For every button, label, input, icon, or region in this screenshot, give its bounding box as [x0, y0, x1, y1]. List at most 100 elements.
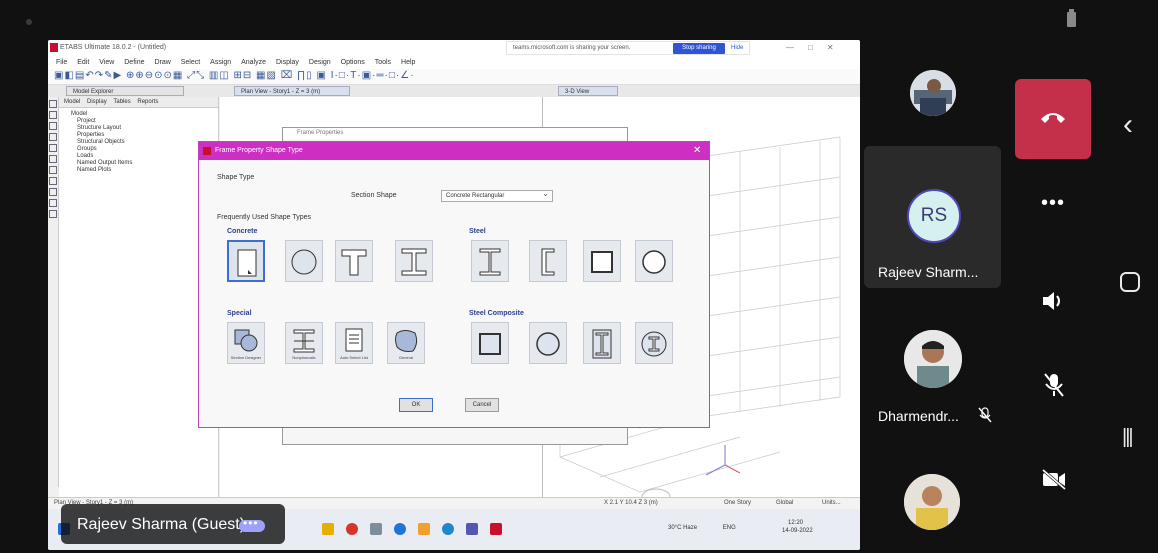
recents-nav-icon[interactable]: |||: [1122, 426, 1134, 449]
concrete-circular-button[interactable]: [285, 240, 323, 282]
person-photo-icon: [904, 330, 962, 388]
tree-item-model[interactable]: Model: [59, 111, 218, 118]
presenter-more-icon[interactable]: [239, 516, 265, 532]
explorer-tab-reports[interactable]: Reports: [137, 97, 158, 108]
steel-box-button[interactable]: [583, 240, 621, 282]
opera-icon[interactable]: [346, 523, 358, 535]
menu-display[interactable]: Display: [276, 56, 299, 69]
dialog-close-icon[interactable]: ✕: [693, 145, 701, 156]
participant-avatar-bottom[interactable]: [904, 474, 960, 530]
teams-icon[interactable]: [466, 523, 478, 535]
etabs-taskbar-icon[interactable]: [490, 523, 502, 535]
tree-item-loads[interactable]: Loads: [59, 153, 218, 160]
concrete-i-section-button[interactable]: [395, 240, 433, 282]
muted-mic-icon: [978, 407, 992, 423]
menu-design[interactable]: Design: [309, 56, 331, 69]
folder-icon[interactable]: [418, 523, 430, 535]
battery-icon: [1067, 9, 1076, 27]
hide-banner-link[interactable]: Hide: [731, 45, 743, 51]
status-story[interactable]: One Story: [724, 500, 751, 506]
auto-select-list-button[interactable]: Auto Select List: [335, 322, 373, 364]
status-units[interactable]: Units...: [822, 500, 841, 506]
speaker-button[interactable]: [1015, 262, 1091, 340]
main-toolbar: ▣◧▤↶↷✎▶ ⊕⊕⊖⊙⊙▦ ⤢⤡ ▥◫ ⊞⊟ ▦▧ ⌧ ∏▯ ▣ I·□·T·…: [48, 69, 860, 85]
tree-item-project[interactable]: Project: [59, 118, 218, 125]
hang-up-button[interactable]: [1015, 79, 1091, 159]
back-nav-icon[interactable]: ‹: [1123, 108, 1133, 142]
status-coord-system[interactable]: Global: [776, 500, 793, 506]
menu-tools[interactable]: Tools: [375, 56, 391, 69]
camera-button[interactable]: [1015, 440, 1091, 518]
concrete-tee-button[interactable]: [335, 240, 373, 282]
menu-file[interactable]: File: [56, 56, 67, 69]
general-shape-button[interactable]: General: [387, 322, 425, 364]
presenter-name: Rajeev Sharma (Guest): [77, 516, 246, 533]
more-options-button[interactable]: •••: [1015, 170, 1091, 248]
tree-item-structure-layout[interactable]: Structure Layout: [59, 125, 218, 132]
menu-edit[interactable]: Edit: [77, 56, 89, 69]
window-controls[interactable]: —□✕: [786, 43, 848, 52]
steel-pipe-button[interactable]: [635, 240, 673, 282]
brace-tool-icon[interactable]: [49, 144, 57, 152]
menu-analyze[interactable]: Analyze: [241, 56, 266, 69]
app-icon[interactable]: [370, 523, 382, 535]
select-tool-icon[interactable]: [49, 100, 57, 108]
steel-i-section-button[interactable]: [471, 240, 509, 282]
link-tool-icon[interactable]: [49, 199, 57, 207]
menu-options[interactable]: Options: [341, 56, 365, 69]
opening-tool-icon[interactable]: [49, 188, 57, 196]
menu-assign[interactable]: Assign: [210, 56, 231, 69]
filled-pipe-button[interactable]: [529, 322, 567, 364]
menu-draw[interactable]: Draw: [154, 56, 170, 69]
menu-view[interactable]: View: [99, 56, 114, 69]
language-indicator[interactable]: ENG: [723, 525, 736, 531]
grid-tool-icon[interactable]: [49, 210, 57, 218]
encased-rect-button[interactable]: [583, 322, 621, 364]
dharmendra-avatar[interactable]: [904, 330, 962, 388]
section-shape-select[interactable]: Concrete Rectangular: [441, 188, 553, 202]
nonprismatic-button[interactable]: Nonprismatic: [285, 322, 323, 364]
edge-icon[interactable]: [442, 523, 454, 535]
stop-sharing-button[interactable]: Stop sharing: [673, 43, 725, 54]
encased-circle-button[interactable]: [635, 322, 673, 364]
wall-tool-icon[interactable]: [49, 166, 57, 174]
explorer-tab-model[interactable]: Model: [64, 97, 80, 108]
section-designer-icon: [234, 329, 258, 352]
ok-button[interactable]: OK: [399, 398, 433, 412]
section-designer-caption: Section Designer: [230, 355, 262, 360]
clock-date[interactable]: 14-09-2022: [782, 528, 813, 534]
participant-avatar-top[interactable]: [910, 70, 956, 116]
explorer-tab-tables[interactable]: Tables: [113, 97, 130, 108]
tree-item-properties[interactable]: Properties: [59, 132, 218, 139]
chrome-icon[interactable]: [394, 523, 406, 535]
tree-item-structural-objects[interactable]: Structural Objects: [59, 139, 218, 146]
section-designer-button[interactable]: Section Designer: [227, 322, 265, 364]
column-tool-icon[interactable]: [49, 122, 57, 130]
home-nav-icon[interactable]: [1120, 272, 1140, 292]
menu-help[interactable]: Help: [401, 56, 415, 69]
concrete-rectangular-button[interactable]: [227, 240, 265, 282]
menu-define[interactable]: Define: [124, 56, 144, 69]
tab-3d-view[interactable]: 3-D View: [558, 86, 618, 96]
tab-model-explorer[interactable]: Model Explorer: [66, 86, 184, 96]
tab-plan-view[interactable]: Plan View - Story1 - Z = 3 (m): [234, 86, 350, 96]
tree-item-named-plots[interactable]: Named Plots: [59, 167, 218, 174]
steel-i-shape-icon: [479, 248, 501, 276]
cancel-button[interactable]: Cancel: [465, 398, 499, 412]
explorer-tab-display[interactable]: Display: [87, 97, 107, 108]
slab-tool-icon[interactable]: [49, 177, 57, 185]
clock-time[interactable]: 12:20: [788, 520, 803, 526]
etabs-logo-icon: [50, 43, 58, 52]
filled-box-button[interactable]: [471, 322, 509, 364]
area-tool-icon[interactable]: [49, 155, 57, 163]
weather-text[interactable]: 30°C Haze: [668, 525, 697, 531]
toolbar-icons[interactable]: ▣◧▤↶↷✎▶ ⊕⊕⊖⊙⊙▦ ⤢⤡ ▥◫ ⊞⊟ ▦▧ ⌧ ∏▯ ▣ I·□·T·…: [54, 70, 415, 81]
line-tool-icon[interactable]: [49, 111, 57, 119]
mute-button[interactable]: [1015, 346, 1091, 424]
file-explorer-icon[interactable]: [322, 523, 334, 535]
steel-channel-button[interactable]: [529, 240, 567, 282]
tree-item-groups[interactable]: Groups: [59, 146, 218, 153]
tree-item-named-output[interactable]: Named Output Items: [59, 160, 218, 167]
menu-select[interactable]: Select: [181, 56, 200, 69]
beam-tool-icon[interactable]: [49, 133, 57, 141]
